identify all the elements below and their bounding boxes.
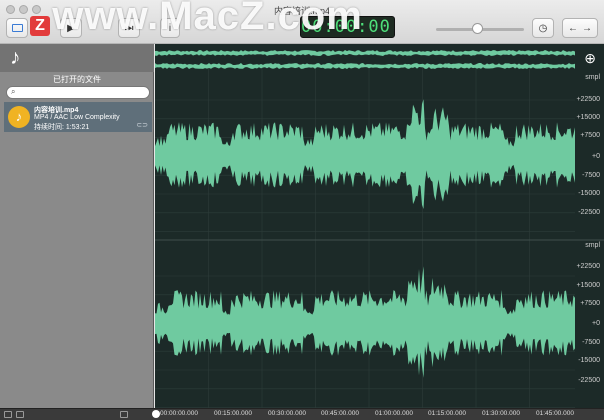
timeline-label: 01:30:00.000 <box>482 410 520 417</box>
tick-label: -22500 <box>578 209 600 216</box>
timeline-label: 01:15:00.000 <box>428 410 466 417</box>
history-buttons: ← → <box>562 18 598 38</box>
channel-waveform <box>155 99 575 209</box>
clock-button[interactable]: ◷ <box>532 18 554 38</box>
overview-waveform <box>155 63 575 69</box>
watermark-text: www.MacZ.com <box>52 0 363 38</box>
search-icon: ⌕ <box>11 87 16 96</box>
tick-label: +0 <box>592 153 600 160</box>
unit-label: smpl <box>585 242 600 249</box>
app-window: 内容培训.mp4 ▶ ⏭ i 00:00:00 ◷ ← → Z www.MacZ… <box>0 0 604 420</box>
waveform-canvas <box>155 50 604 408</box>
timeline-label: 00:30:00.000 <box>268 410 306 417</box>
search-field[interactable]: ⌕ <box>6 86 150 99</box>
tick-label: +0 <box>592 320 600 327</box>
title-bar: 内容培训.mp4 ▶ ⏭ i 00:00:00 ◷ ← → Z www.MacZ… <box>0 0 604 44</box>
tick-label: +22500 <box>576 263 600 270</box>
tick-label: -7500 <box>582 172 600 179</box>
tick-label: +22500 <box>576 96 600 103</box>
sidebar-title: 已打开的文件 <box>53 75 101 84</box>
tick-label: -15000 <box>578 357 600 364</box>
timeline-label: 01:45:00.000 <box>536 410 574 417</box>
clock-icon: ◷ <box>538 22 548 34</box>
unit-label: smpl <box>585 74 600 81</box>
audio-file-icon: ♪ <box>8 106 30 128</box>
channel-waveform <box>155 266 575 378</box>
search-input[interactable] <box>19 87 147 98</box>
tick-label: -15000 <box>578 190 600 197</box>
watermark: www.MacZ.com <box>28 0 363 39</box>
sidebar-toggle-button[interactable] <box>6 18 28 38</box>
tick-label: -7500 <box>582 339 600 346</box>
timeline-label: 01:00:00.000 <box>375 410 413 417</box>
tick-label: +15000 <box>576 114 600 121</box>
tick-label: -22500 <box>578 377 600 384</box>
file-format: MP4 / AAC Low Complexity <box>34 114 120 121</box>
zoom-icon[interactable]: ⊕ <box>584 50 596 67</box>
waveform-view[interactable]: ⊕ smpl +22500 +15000 +7500 +0 -7500 -150… <box>155 44 604 408</box>
link-icon: ⊂⊃ <box>136 122 148 129</box>
sidebar-header: ♪ <box>0 44 154 72</box>
grid-view-icon[interactable] <box>4 411 12 418</box>
timeline-bar[interactable]: 00:00:00.000 00:15:00.000 00:30:00.000 0… <box>0 408 604 420</box>
overview-waveform <box>155 50 575 56</box>
file-list-item[interactable]: ♪ 内容培训.mp4 MP4 / AAC Low Complexity 持续时间… <box>4 102 152 132</box>
tick-label: +7500 <box>580 300 600 307</box>
tick-label: +15000 <box>576 282 600 289</box>
playhead-icon[interactable] <box>152 410 160 418</box>
split-view-icon[interactable] <box>120 411 128 418</box>
sidebar: ♪ 已打开的文件 ⌕ ♪ 内容培训.mp4 MP4 / AAC Low Comp… <box>0 44 154 408</box>
volume-slider-knob[interactable] <box>472 23 483 34</box>
timeline-label: 00:15:00.000 <box>214 410 252 417</box>
timeline-label: 00:00:00.000 <box>160 410 198 417</box>
sidebar-toggle-icon <box>11 24 23 32</box>
timeline-label: 00:45:00.000 <box>321 410 359 417</box>
list-view-icon[interactable] <box>16 411 24 418</box>
music-note-icon: ♪ <box>10 46 21 69</box>
undo-icon[interactable]: ← <box>568 23 578 34</box>
redo-icon[interactable]: → <box>582 23 592 34</box>
file-duration: 持续时间: 1:53:21 <box>34 124 90 131</box>
tick-label: +7500 <box>580 132 600 139</box>
